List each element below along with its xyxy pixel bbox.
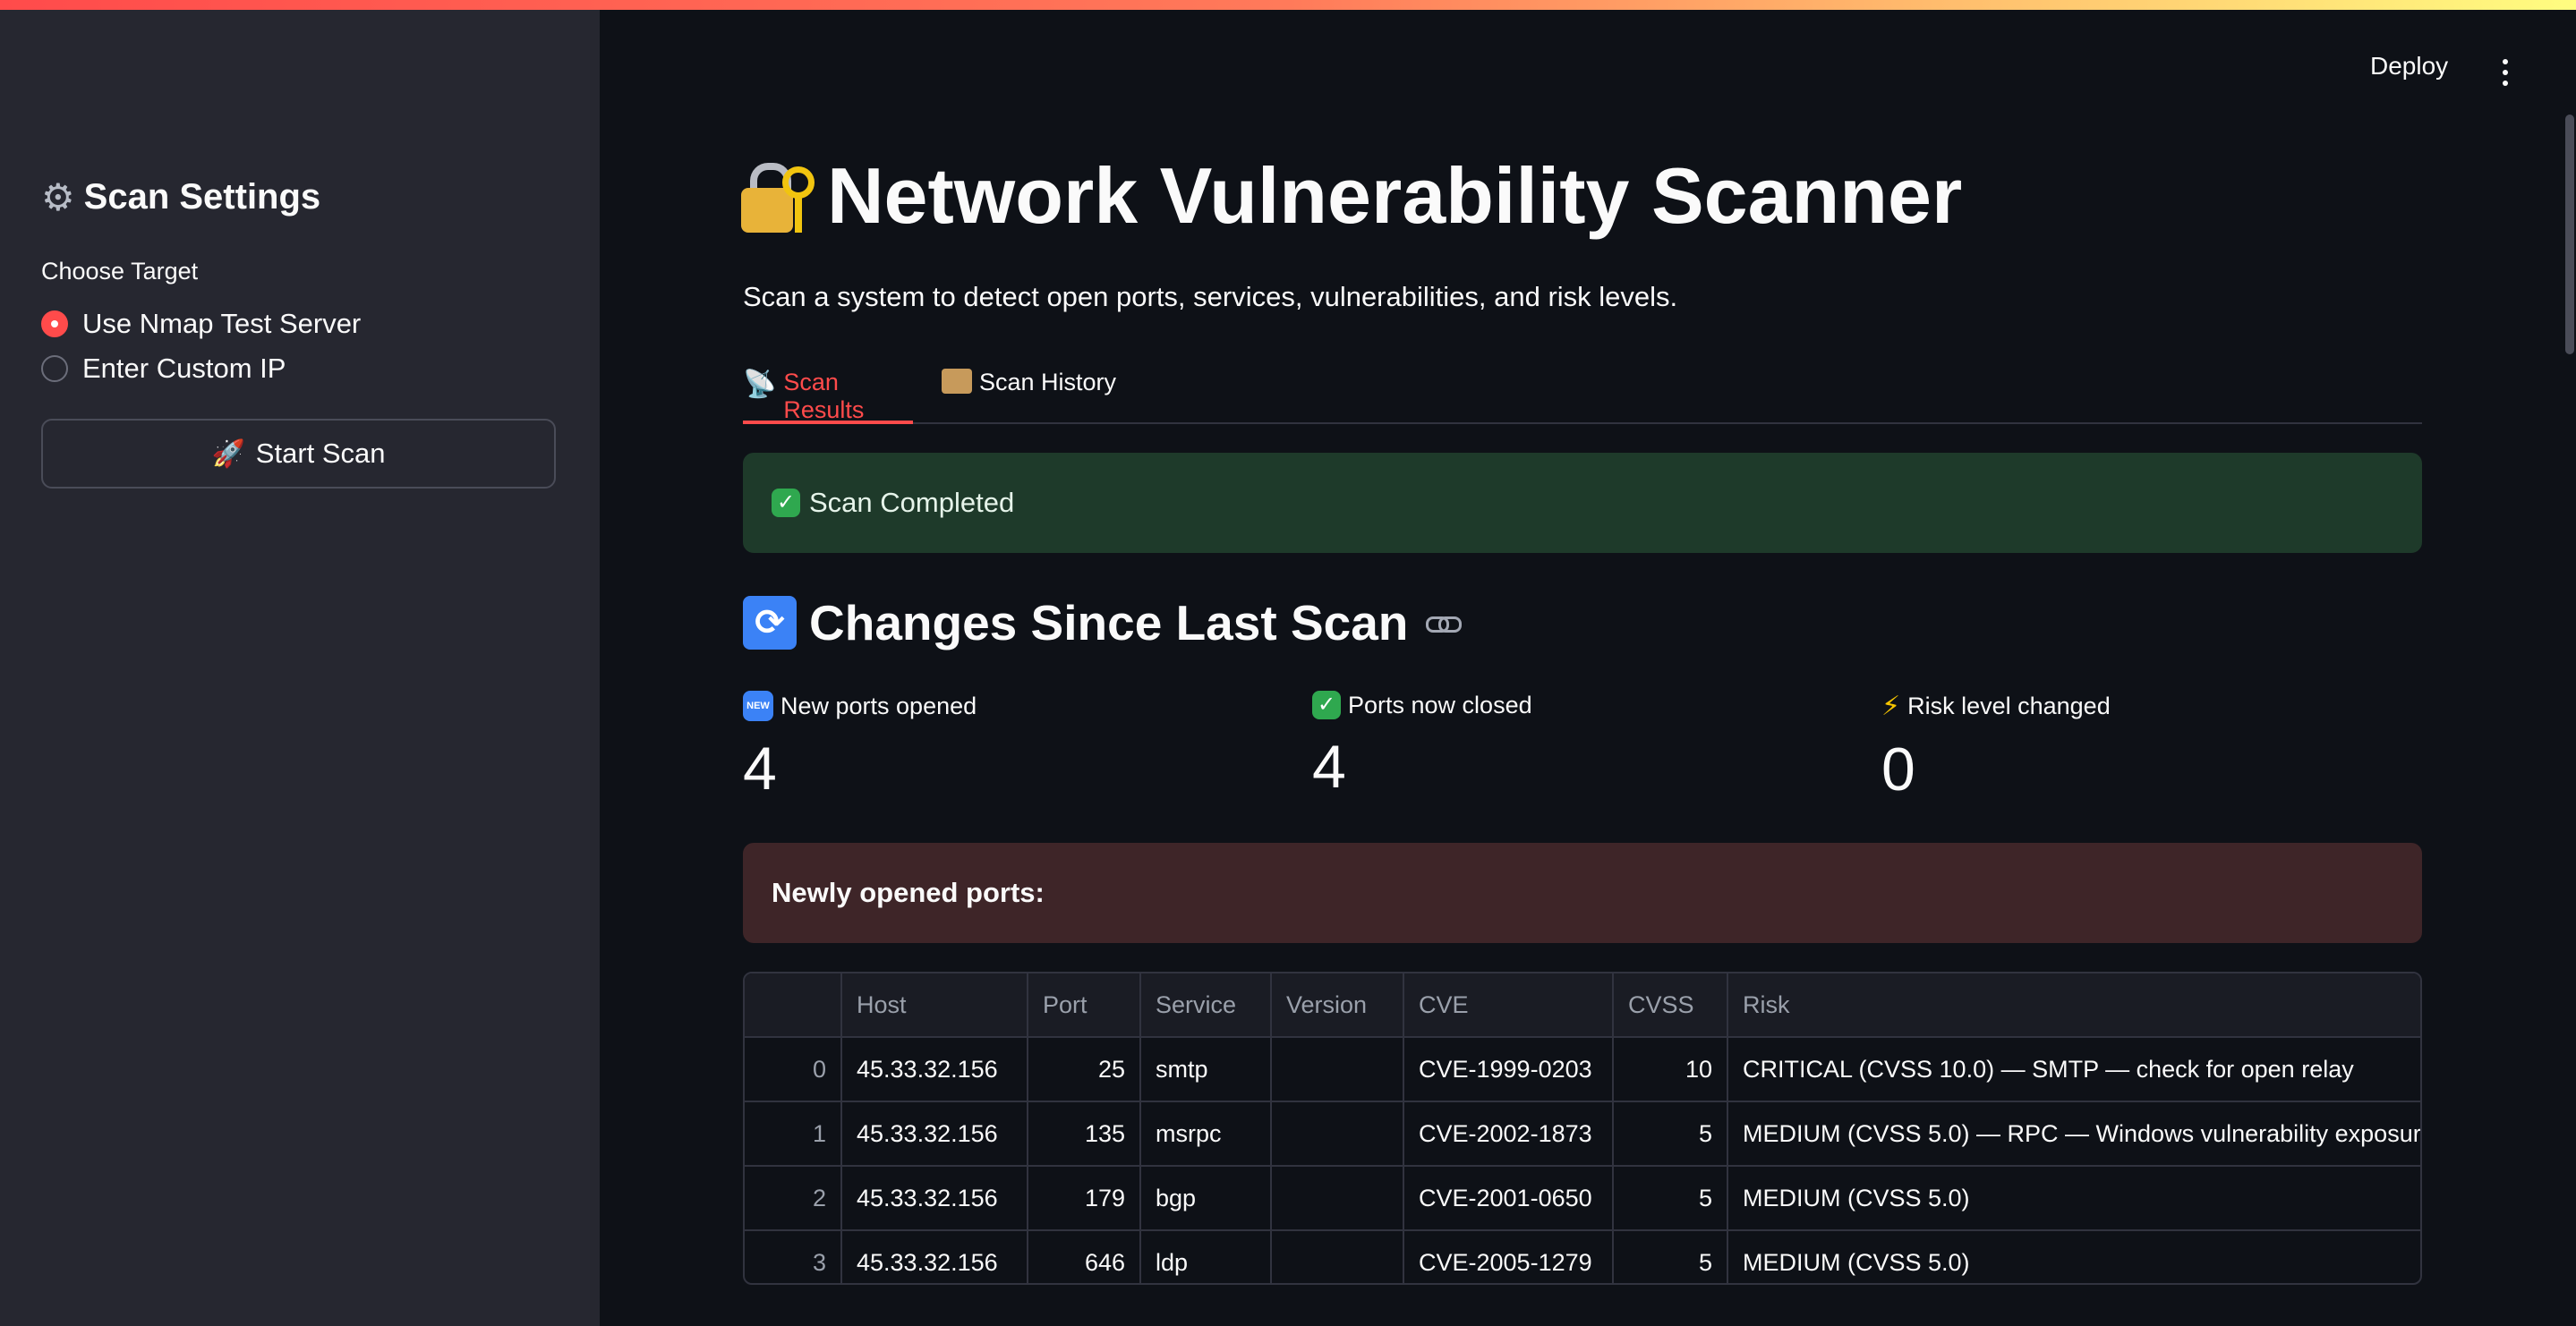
newly-opened-ports-text: Newly opened ports: xyxy=(772,877,1045,908)
column-header-service[interactable]: Service xyxy=(1140,973,1272,1038)
radio-unselected-icon[interactable] xyxy=(41,355,68,382)
tab-bar: 📡 Scan Results Scan History xyxy=(743,365,2422,424)
radio-option-label: Use Nmap Test Server xyxy=(82,308,362,339)
refresh-icon: ⟳ xyxy=(743,596,797,650)
cell-cve[interactable]: CVE-2001-0650 xyxy=(1403,1166,1614,1231)
page-title: Network Vulnerability Scanner xyxy=(741,150,1962,242)
tab-scan-history[interactable]: Scan History xyxy=(942,365,1121,422)
radio-option-nmap-test-server[interactable]: Use Nmap Test Server xyxy=(41,308,361,340)
card-file-box-icon xyxy=(942,369,972,394)
cell-host[interactable]: 45.33.32.156 xyxy=(841,1101,1028,1167)
column-header-index[interactable] xyxy=(745,973,842,1038)
kebab-menu-icon[interactable] xyxy=(2492,55,2519,91)
check-mark-icon: ✓ xyxy=(772,489,800,517)
cell-index[interactable]: 1 xyxy=(745,1101,842,1167)
table-row[interactable]: 2 45.33.32.156 179 bgp CVE-2001-0650 5 M… xyxy=(745,1166,2420,1231)
success-alert: ✓ Scan Completed xyxy=(743,453,2422,553)
metric-label: Risk level changed xyxy=(1907,693,2111,719)
success-alert-text: Scan Completed xyxy=(809,487,1015,518)
table-row[interactable]: 3 45.33.32.156 646 ldp CVE-2005-1279 5 M… xyxy=(745,1230,2420,1283)
lightning-icon: ⚡ xyxy=(1881,692,1901,721)
radio-option-custom-ip[interactable]: Enter Custom IP xyxy=(41,353,286,385)
cell-service[interactable]: ldp xyxy=(1140,1230,1272,1283)
cell-risk[interactable]: CRITICAL (CVSS 10.0) — SMTP — check for … xyxy=(1727,1037,2420,1102)
table-row[interactable]: 0 45.33.32.156 25 smtp CVE-1999-0203 10 … xyxy=(745,1037,2420,1102)
choose-target-label: Choose Target xyxy=(41,258,199,285)
cell-service[interactable]: bgp xyxy=(1140,1166,1272,1231)
new-badge-icon: NEW xyxy=(743,691,773,721)
scrollbar-thumb[interactable] xyxy=(2565,115,2574,354)
cell-index[interactable]: 0 xyxy=(745,1037,842,1102)
sidebar-title: ⚙ Scan Settings xyxy=(41,175,320,219)
cell-host[interactable]: 45.33.32.156 xyxy=(841,1037,1028,1102)
metric-label: Ports now closed xyxy=(1348,691,1532,718)
cell-version[interactable] xyxy=(1271,1166,1404,1231)
cell-risk[interactable]: MEDIUM (CVSS 5.0) xyxy=(1727,1230,2420,1283)
cell-host[interactable]: 45.33.32.156 xyxy=(841,1166,1028,1231)
cell-host[interactable]: 45.33.32.156 xyxy=(841,1230,1028,1283)
sidebar: ⚙ Scan Settings Choose Target Use Nmap T… xyxy=(0,0,600,1326)
column-header-port[interactable]: Port xyxy=(1028,973,1141,1038)
ports-data-table[interactable]: Host Port Service Version CVE CVSS Risk … xyxy=(743,972,2422,1285)
start-scan-label: Start Scan xyxy=(255,438,386,469)
sidebar-title-text: Scan Settings xyxy=(83,177,321,217)
metric-risk-changed: ⚡ Risk level changed 0 xyxy=(1881,691,2111,804)
cell-cvss[interactable]: 5 xyxy=(1613,1166,1728,1231)
cell-index[interactable]: 3 xyxy=(745,1230,842,1283)
column-header-cve[interactable]: CVE xyxy=(1403,973,1614,1038)
tab-label: Scan Results xyxy=(783,369,865,423)
tab-label: Scan History xyxy=(979,369,1117,395)
top-decoration-stripe xyxy=(0,0,2576,10)
check-mark-icon: ✓ xyxy=(1312,691,1341,719)
page-subtitle: Scan a system to detect open ports, serv… xyxy=(743,281,1678,312)
cell-cve[interactable]: CVE-2002-1873 xyxy=(1403,1101,1614,1167)
start-scan-button[interactable]: 🚀 Start Scan xyxy=(41,419,556,489)
cell-cve[interactable]: CVE-2005-1279 xyxy=(1403,1230,1614,1283)
metric-value: 0 xyxy=(1881,735,1915,803)
deploy-button[interactable]: Deploy xyxy=(2370,52,2448,81)
metric-value: 4 xyxy=(743,735,777,803)
page-title-text: Network Vulnerability Scanner xyxy=(827,151,1963,240)
gear-icon: ⚙ xyxy=(41,176,75,218)
cell-service[interactable]: smtp xyxy=(1140,1037,1272,1102)
cell-version[interactable] xyxy=(1271,1230,1404,1283)
cell-port[interactable]: 25 xyxy=(1028,1037,1141,1102)
cell-cvss[interactable]: 10 xyxy=(1613,1037,1728,1102)
metric-new-ports: NEW New ports opened 4 xyxy=(743,691,977,803)
cell-port[interactable]: 135 xyxy=(1028,1101,1141,1167)
table-header-row: Host Port Service Version CVE CVSS Risk xyxy=(745,973,2420,1038)
cell-risk[interactable]: MEDIUM (CVSS 5.0) — RPC — Windows vulner… xyxy=(1727,1101,2420,1167)
cell-version[interactable] xyxy=(1271,1037,1404,1102)
changes-title-text: Changes Since Last Scan xyxy=(809,595,1409,650)
metric-value: 4 xyxy=(1312,733,1346,801)
metric-label: New ports opened xyxy=(780,692,977,719)
radio-selected-icon[interactable] xyxy=(41,310,68,337)
metric-ports-closed: ✓ Ports now closed 4 xyxy=(1312,691,1532,802)
cell-port[interactable]: 646 xyxy=(1028,1230,1141,1283)
rocket-icon: 🚀 xyxy=(211,438,245,469)
radio-option-label: Enter Custom IP xyxy=(82,353,286,384)
anchor-link-icon[interactable] xyxy=(1426,614,1463,633)
lock-with-key-icon xyxy=(741,157,815,234)
cell-cve[interactable]: CVE-1999-0203 xyxy=(1403,1037,1614,1102)
column-header-risk[interactable]: Risk xyxy=(1727,973,2420,1038)
changes-section-title: ⟳ Changes Since Last Scan xyxy=(743,594,1463,651)
cell-cvss[interactable]: 5 xyxy=(1613,1101,1728,1167)
table-row[interactable]: 1 45.33.32.156 135 msrpc CVE-2002-1873 5… xyxy=(745,1101,2420,1167)
cell-index[interactable]: 2 xyxy=(745,1166,842,1231)
column-header-version[interactable]: Version xyxy=(1271,973,1404,1038)
satellite-dish-icon: 📡 xyxy=(743,370,777,399)
column-header-cvss[interactable]: CVSS xyxy=(1613,973,1728,1038)
cell-risk[interactable]: MEDIUM (CVSS 5.0) xyxy=(1727,1166,2420,1231)
cell-version[interactable] xyxy=(1271,1101,1404,1167)
cell-port[interactable]: 179 xyxy=(1028,1166,1141,1231)
newly-opened-ports-alert: Newly opened ports: xyxy=(743,843,2422,943)
tab-scan-results[interactable]: 📡 Scan Results xyxy=(743,365,913,424)
cell-service[interactable]: msrpc xyxy=(1140,1101,1272,1167)
column-header-host[interactable]: Host xyxy=(841,973,1028,1038)
cell-cvss[interactable]: 5 xyxy=(1613,1230,1728,1283)
